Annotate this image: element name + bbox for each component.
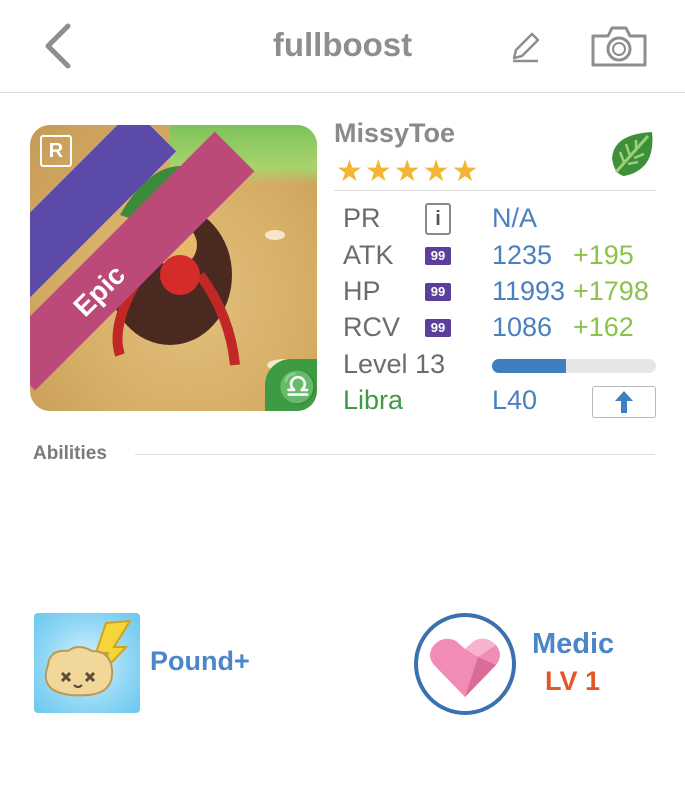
level-progress-bar bbox=[492, 359, 656, 373]
hp-badge: 99 bbox=[425, 283, 451, 301]
level-label: Level 13 bbox=[343, 349, 446, 379]
medic-ability-label[interactable]: Medic bbox=[532, 628, 614, 661]
star-rating: ★★★★★ bbox=[336, 155, 481, 188]
level-progress-fill bbox=[492, 359, 566, 373]
atk-bonus: +195 bbox=[573, 240, 634, 270]
abilities-divider bbox=[135, 454, 655, 455]
rcv-bonus: +162 bbox=[573, 312, 634, 342]
arrow-up-icon bbox=[615, 391, 633, 413]
pound-ability-icon[interactable] bbox=[34, 613, 140, 713]
abilities-heading: Abilities bbox=[33, 443, 107, 464]
rcv-badge: 99 bbox=[425, 319, 451, 337]
page-title: fullboost bbox=[272, 26, 413, 63]
pr-label: PR bbox=[343, 203, 381, 233]
camera-icon[interactable] bbox=[590, 24, 648, 68]
level-up-button[interactable] bbox=[592, 386, 656, 418]
rcv-label: RCV bbox=[343, 312, 401, 342]
pound-creature-icon bbox=[44, 619, 132, 697]
max-level-value: L40 bbox=[492, 385, 538, 415]
pr-value: N/A bbox=[492, 203, 538, 233]
atk-label: ATK bbox=[343, 240, 394, 270]
hp-label: HP bbox=[343, 276, 381, 306]
libra-icon: ♎ bbox=[278, 369, 317, 405]
monster-name: MissyToe bbox=[334, 118, 456, 148]
pound-ability-label[interactable]: Pound+ bbox=[150, 646, 250, 677]
atk-value: 1235 bbox=[492, 240, 553, 270]
zodiac-label: Libra bbox=[343, 385, 404, 415]
leaf-element-icon bbox=[612, 132, 653, 176]
hp-value: 11993 bbox=[492, 276, 566, 306]
monster-portrait[interactable]: Epic R ♎ bbox=[30, 125, 317, 411]
heart-icon bbox=[430, 638, 500, 697]
medic-ability-level: LV 1 bbox=[545, 666, 601, 696]
name-divider bbox=[334, 190, 656, 191]
hp-bonus: +1798 bbox=[573, 276, 649, 306]
medic-ability-icon[interactable] bbox=[414, 613, 516, 715]
rank-icon: R bbox=[40, 135, 72, 167]
pencil-icon[interactable] bbox=[508, 30, 542, 64]
info-icon[interactable]: i bbox=[425, 203, 451, 235]
rcv-value: 1086 bbox=[492, 312, 553, 342]
atk-badge: 99 bbox=[425, 247, 451, 265]
